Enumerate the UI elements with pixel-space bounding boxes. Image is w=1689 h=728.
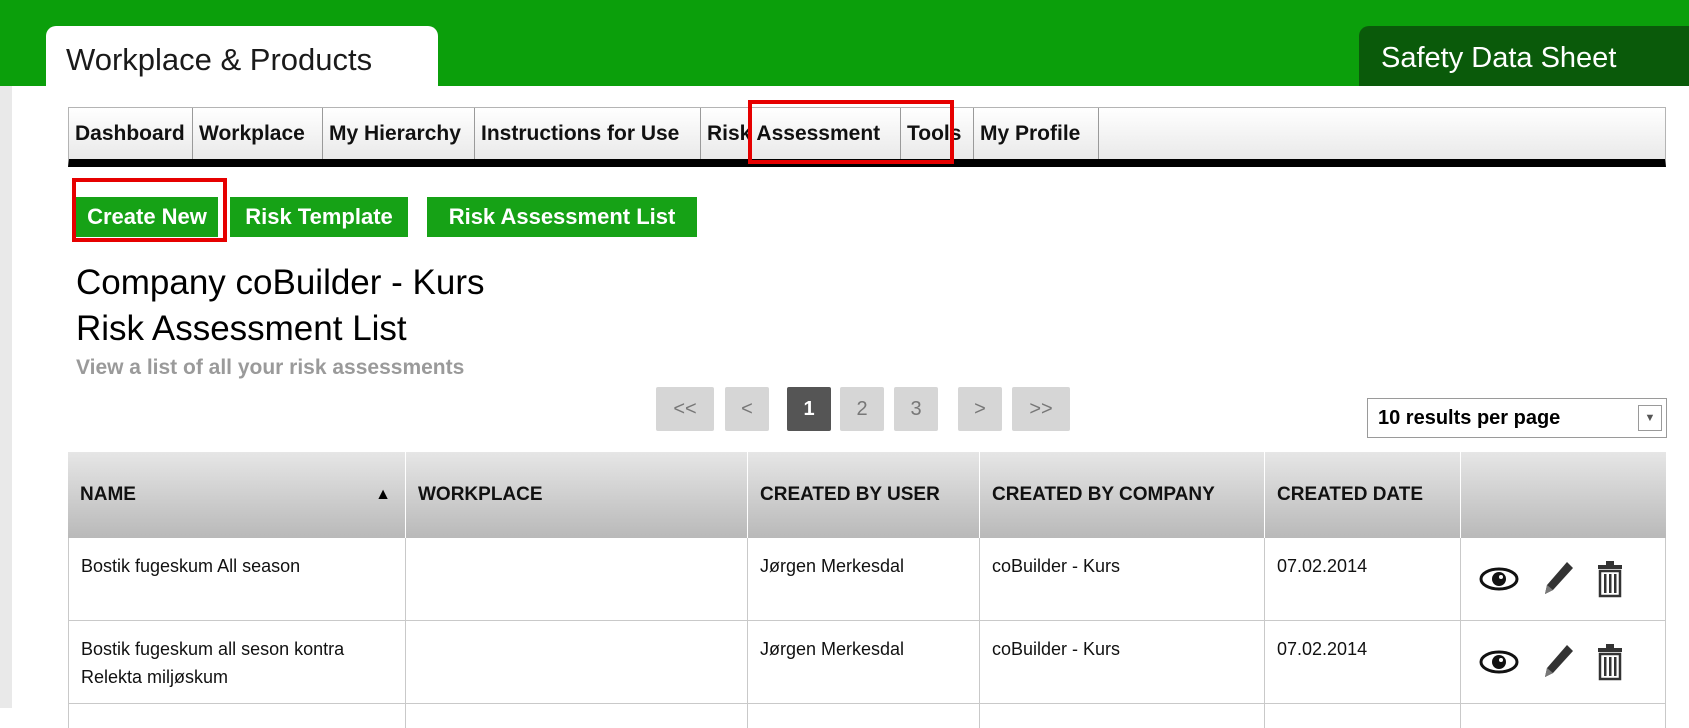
edit-pencil-icon[interactable] <box>1541 560 1575 598</box>
table-row: Bostik fugeskum All season Jørgen Merkes… <box>68 538 1666 621</box>
view-eye-icon[interactable] <box>1479 648 1519 676</box>
sort-asc-icon[interactable]: ▲ <box>375 486 391 504</box>
view-eye-icon[interactable] <box>1479 565 1519 593</box>
company-name: Company coBuilder - Kurs <box>76 263 485 302</box>
results-per-page-select[interactable]: 10 results per page ▼ <box>1367 398 1667 438</box>
column-header-actions <box>1461 452 1666 538</box>
risk-assessment-list-button[interactable]: Risk Assessment List <box>427 197 697 237</box>
nav-dashboard[interactable]: Dashboard <box>69 108 193 159</box>
page-title: Risk Assessment List <box>76 309 407 348</box>
nav-workplace[interactable]: Workplace <box>193 108 323 159</box>
column-header-name[interactable]: NAME ▲ <box>68 452 406 538</box>
tab-workplace-products[interactable]: Workplace & Products <box>46 26 438 90</box>
table-header: NAME ▲ WORKPLACE CREATED BY USER CREATED… <box>68 452 1666 538</box>
cell-created-by-company: coBuilder - Kurs <box>980 621 1265 703</box>
delete-trash-icon[interactable] <box>1597 643 1623 681</box>
cell-workplace <box>406 621 748 703</box>
left-edge <box>0 86 12 708</box>
pager-page-1[interactable]: 1 <box>787 387 831 431</box>
table-row: Bostik fugeskum all seson kontra Relekta… <box>68 621 1666 704</box>
highlight-create-new <box>72 178 227 242</box>
highlight-risk-assessment <box>748 100 954 164</box>
pager-page-2[interactable]: 2 <box>840 387 884 431</box>
nav-filler <box>1099 108 1665 159</box>
results-per-page-value: 10 results per page <box>1378 406 1561 429</box>
tab-safety-data-sheet[interactable]: Safety Data Sheet <box>1359 26 1689 86</box>
pager-first[interactable]: << <box>656 387 714 431</box>
page-subtitle: View a list of all your risk assessments <box>76 356 465 379</box>
pager-page-3[interactable]: 3 <box>894 387 938 431</box>
edit-pencil-icon[interactable] <box>1541 643 1575 681</box>
risk-assessment-table: NAME ▲ WORKPLACE CREATED BY USER CREATED… <box>68 452 1666 728</box>
chevron-down-icon[interactable]: ▼ <box>1638 405 1662 431</box>
risk-template-button[interactable]: Risk Template <box>230 197 408 237</box>
cell-workplace <box>406 538 748 620</box>
cell-actions <box>1461 538 1666 620</box>
cell-created-by-user: Jørgen Merkesdal <box>748 621 980 703</box>
column-header-workplace[interactable]: WORKPLACE <box>406 452 748 538</box>
cell-actions <box>1461 621 1666 703</box>
cell-name: Bostik fugeskum All season <box>68 538 406 620</box>
column-header-label: NAME <box>80 484 136 505</box>
nav-my-profile[interactable]: My Profile <box>974 108 1099 159</box>
cell-created-by-user: Jørgen Merkesdal <box>748 538 980 620</box>
pager-next[interactable]: > <box>958 387 1002 431</box>
cell-created-by-company: coBuilder - Kurs <box>980 538 1265 620</box>
column-header-created-by-company[interactable]: CREATED BY COMPANY <box>980 452 1265 538</box>
nav-my-hierarchy[interactable]: My Hierarchy <box>323 108 475 159</box>
cell-created-date: 07.02.2014 <box>1265 538 1461 620</box>
column-header-created-date[interactable]: CREATED DATE <box>1265 452 1461 538</box>
nav-instructions-for-use[interactable]: Instructions for Use <box>475 108 701 159</box>
cell-created-date: 07.02.2014 <box>1265 621 1461 703</box>
column-header-created-by-user[interactable]: CREATED BY USER <box>748 452 980 538</box>
pager-prev[interactable]: < <box>725 387 769 431</box>
delete-trash-icon[interactable] <box>1597 560 1623 598</box>
cell-name: Bostik fugeskum all seson kontra Relekta… <box>68 621 406 703</box>
pager-last[interactable]: >> <box>1012 387 1070 431</box>
